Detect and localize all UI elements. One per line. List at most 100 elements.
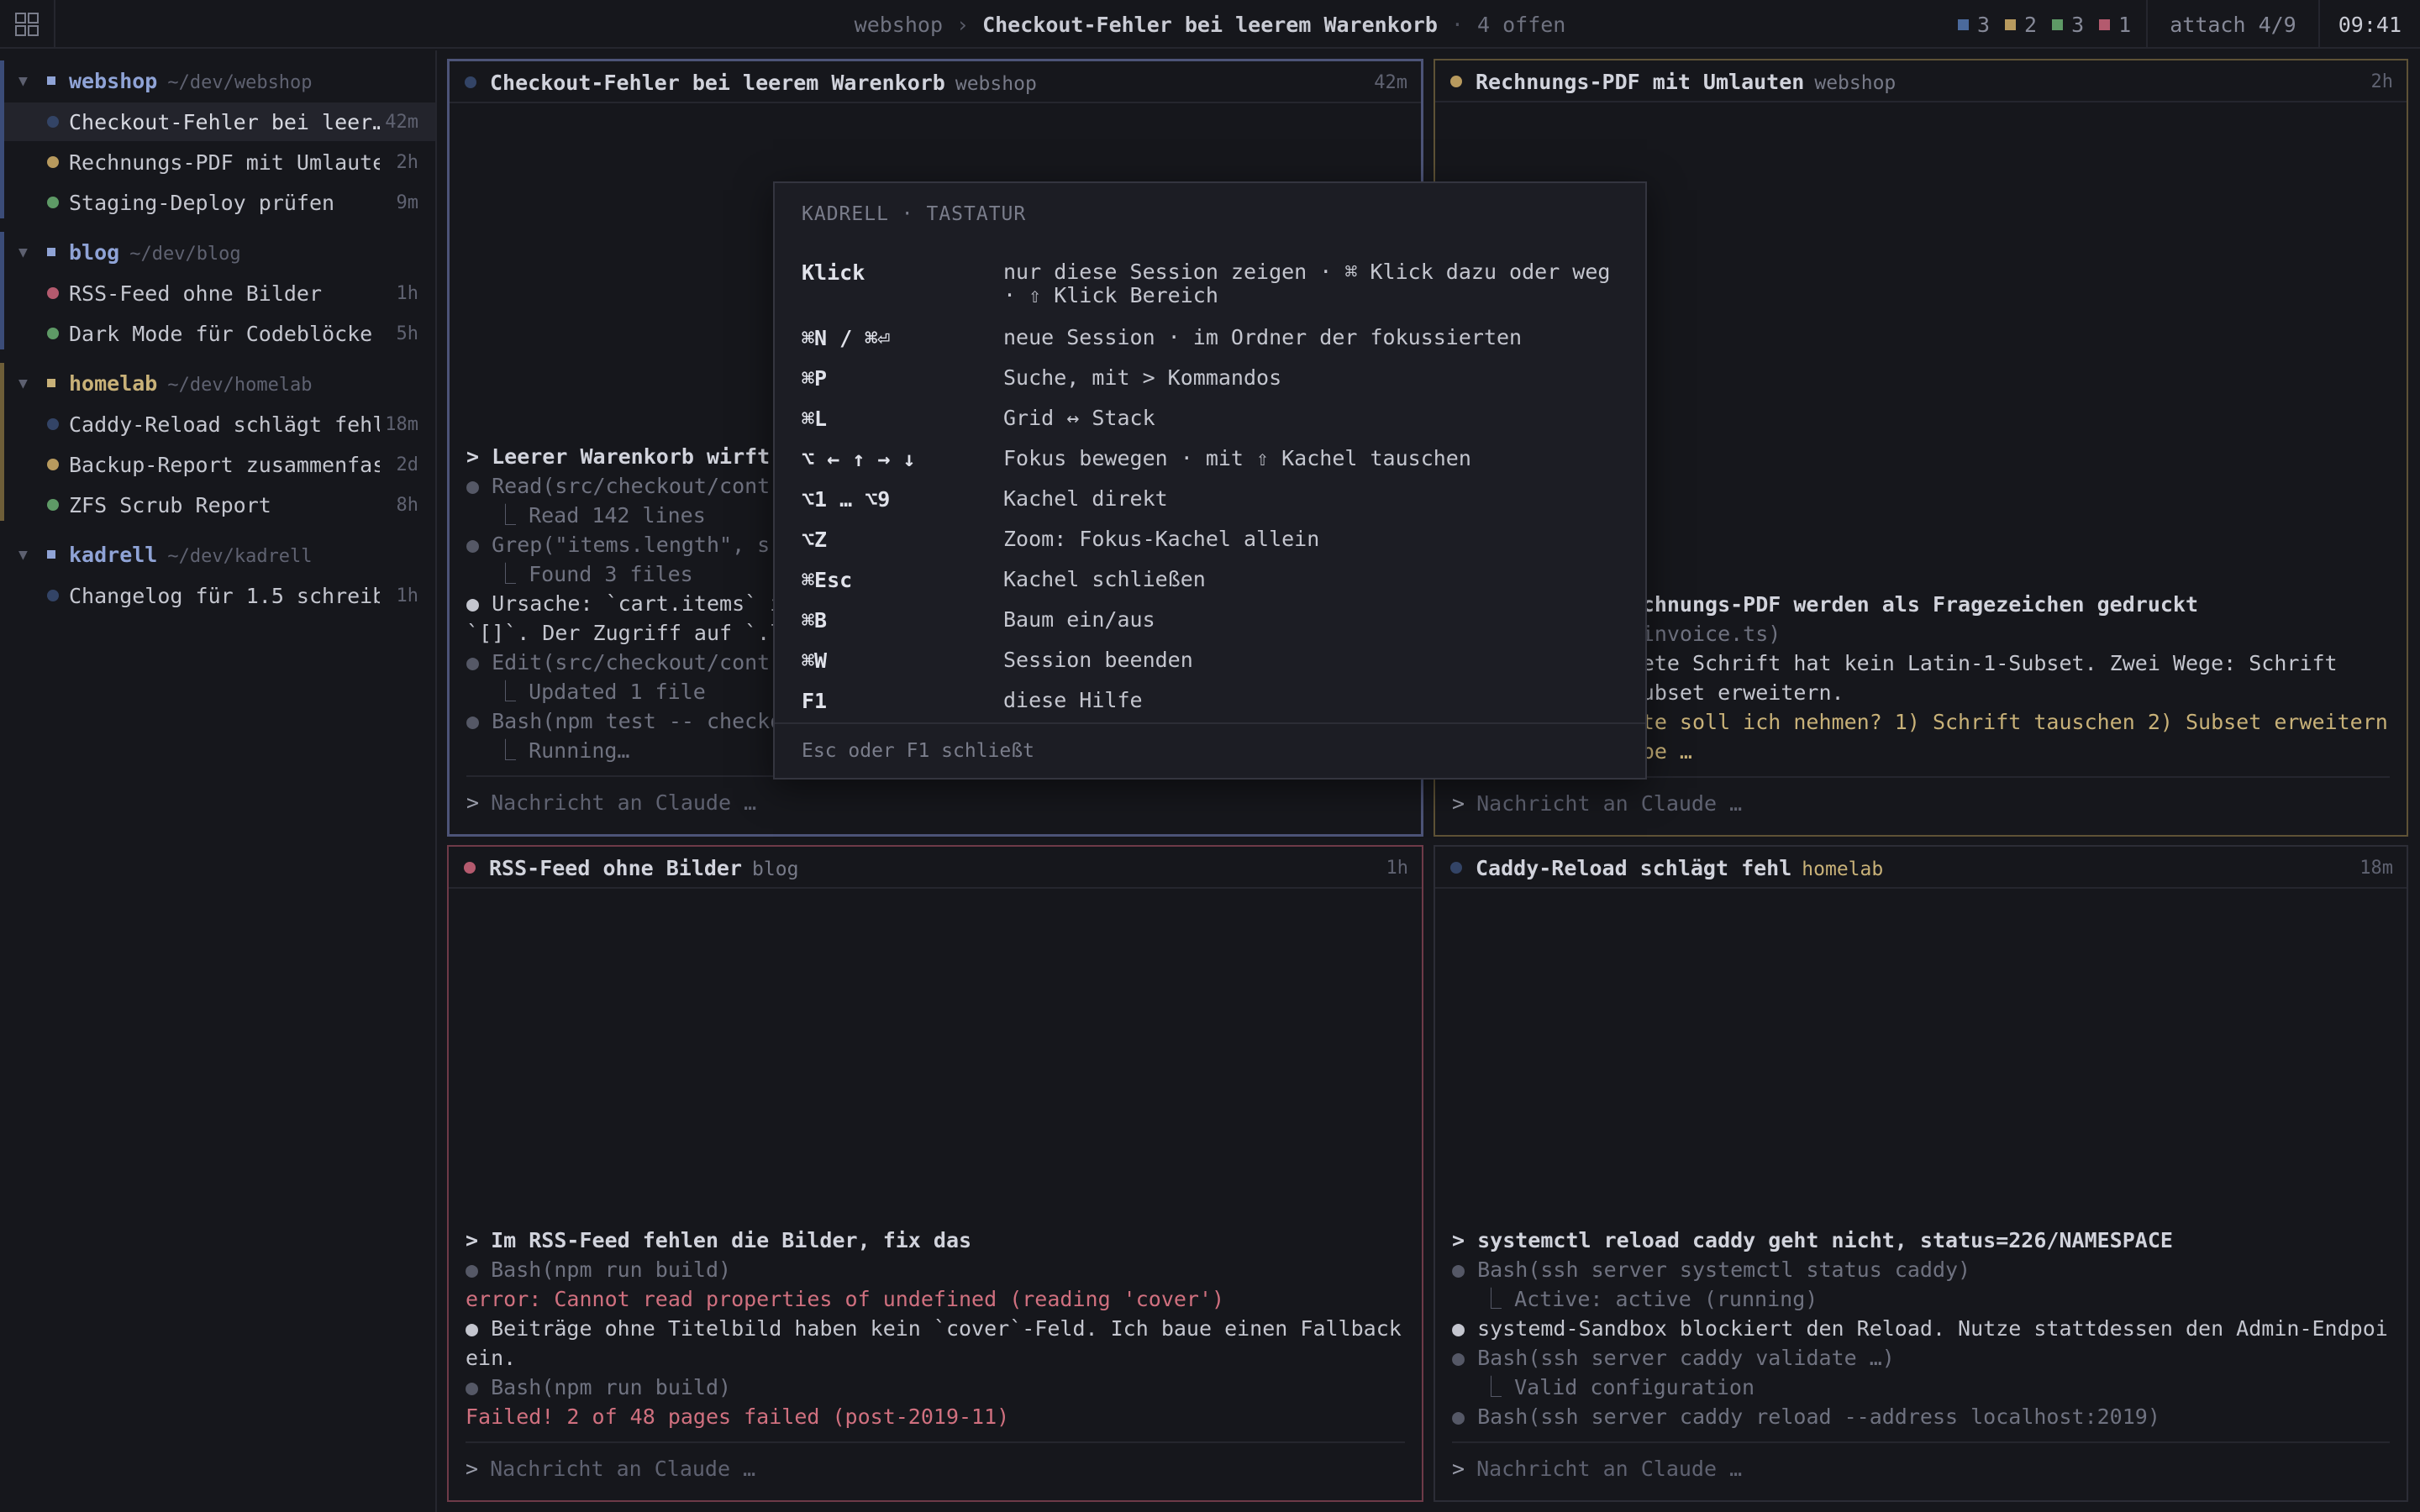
session-item[interactable]: RSS-Feed ohne Bilder 1h (0, 274, 435, 312)
transcript-line: Bash(ssh server caddy reload --address l… (1452, 1402, 2390, 1431)
session-item[interactable]: Staging-Deploy prüfen 9m (0, 183, 435, 222)
project-label: blog (69, 239, 120, 265)
tile-header: Caddy-Reload schlägt fehl homelab 18m (1435, 847, 2407, 889)
tile-project: blog (752, 858, 799, 880)
status-dot-icon (47, 287, 59, 299)
message-input[interactable]: > Nachricht an Claude … (1452, 1441, 2390, 1494)
status-dot-icon (1450, 862, 1462, 874)
transcript: > systemctl reload caddy geht nicht, sta… (1452, 1226, 2390, 1431)
breadcrumb-project[interactable]: webshop (855, 13, 943, 37)
group-accent-bar (0, 363, 4, 521)
status-counter: 3 (2052, 13, 2084, 37)
session-age: 2d (396, 454, 419, 475)
shortcut-description: Session beenden (1003, 648, 1193, 672)
session-label: Caddy-Reload schlägt fehl (69, 412, 380, 437)
project-name: homelab ~/dev/homelab (69, 371, 313, 396)
keyboard-help-dialog: KADRELL · TASTATUR Klick nur diese Sessio… (773, 181, 1647, 780)
chevron-down-icon[interactable]: ▼ (18, 546, 28, 564)
session-item[interactable]: Backup-Report zusammenfas… 2d (0, 445, 435, 484)
shortcut-key: ⌘Esc (802, 568, 853, 592)
breadcrumb-session-title[interactable]: Checkout-Fehler bei leerem Warenkorb (982, 13, 1438, 37)
project-name: blog ~/dev/blog (69, 240, 241, 265)
session-label: RSS-Feed ohne Bilder (69, 281, 323, 306)
shortcut-description: Fokus bewegen · mit ⇧ Kachel tauschen (1003, 446, 1471, 470)
clock: 09:41 (2338, 12, 2402, 37)
shortcut-key: ⌘W (802, 648, 828, 673)
transcript-line: Bash(npm run build) (466, 1373, 1405, 1402)
session-age: 18m (385, 413, 418, 435)
session-tile[interactable]: RSS-Feed ohne Bilder blog 1h > Im RSS-Feed … (447, 845, 1423, 1502)
project-square-icon (47, 76, 55, 85)
attach-indicator[interactable]: attach 4/9 (2148, 13, 2318, 37)
tile-title: Rechnungs-PDF mit Umlauten webshop (1476, 70, 1896, 94)
session-item[interactable]: Changelog für 1.5 schreib… 1h (0, 576, 435, 615)
project-square-icon (47, 248, 55, 256)
transcript-line: ein. (466, 1346, 517, 1370)
status-dot-icon (47, 197, 59, 208)
status-count: 3 (2071, 12, 2085, 37)
message-input[interactable]: > Nachricht an Claude … (466, 775, 1404, 827)
session-tile[interactable]: Caddy-Reload schlägt fehl homelab 18m > sys… (1434, 845, 2408, 1502)
session-age: 9m (396, 192, 419, 213)
session-age: 42m (385, 111, 418, 133)
prompt-glyph: > (466, 1456, 479, 1481)
help-footer: Esc oder F1 schließt (775, 722, 1645, 778)
message-input[interactable]: > Nachricht an Claude … (1452, 776, 2390, 828)
tile-age: 42m (1374, 72, 1407, 93)
session-age: 1h (396, 282, 419, 304)
tile-title: Checkout-Fehler bei leerem Warenkorb webs… (490, 71, 1037, 95)
project-group-webshop[interactable]: ▼ webshop ~/dev/webshop (0, 62, 435, 99)
shortcut-description: diese Hilfe (1003, 688, 1143, 712)
message-input[interactable]: > Nachricht an Claude … (466, 1441, 1405, 1494)
tile-title-text: Checkout-Fehler bei leerem Warenkorb (490, 71, 945, 95)
project-square-icon (47, 550, 55, 559)
tile-title: RSS-Feed ohne Bilder blog (489, 856, 798, 880)
shortcut-key: ⌘P (802, 366, 828, 391)
prompt-glyph: > (1452, 790, 1465, 816)
project-name: webshop ~/dev/webshop (69, 69, 313, 93)
session-label: Rechnungs-PDF mit Umlauten (69, 150, 380, 175)
status-dot-icon (47, 156, 59, 168)
session-item[interactable]: Dark Mode für Codeblöcke 5h (0, 314, 435, 353)
session-age: 1h (396, 585, 419, 606)
shortcut-key: ⌥Z (802, 528, 828, 552)
transcript-line: Active: active (running) (1452, 1284, 2390, 1314)
project-group-blog[interactable]: ▼ blog ~/dev/blog (0, 234, 435, 270)
transcript-line: Valid configuration (1452, 1373, 2390, 1402)
project-label: kadrell (69, 542, 158, 567)
prompt-glyph: > (466, 790, 480, 815)
top-bar: webshop › Checkout-Fehler bei leerem War… (0, 0, 2420, 49)
shortcut-description: Zoom: Fokus-Kachel allein (1003, 527, 1320, 551)
shortcut-key: ⌘B (802, 608, 828, 633)
transcript: > Im RSS-Feed fehlen die Bilder, fix das… (466, 1226, 1405, 1431)
session-item[interactable]: ZFS Scrub Report 8h (0, 486, 435, 524)
session-age: 2h (396, 151, 419, 173)
status-counter: 1 (2099, 13, 2131, 37)
shortcut-description: Kachel schließen (1003, 567, 1206, 591)
session-item[interactable]: Caddy-Reload schlägt fehl 18m (0, 405, 435, 444)
session-label: Checkout-Fehler bei leer… (69, 109, 380, 134)
shortcut-description: nur diese Session zeigen · ⌘ Klick dazu … (1003, 260, 1611, 307)
chevron-down-icon[interactable]: ▼ (18, 375, 28, 392)
session-label: Changelog für 1.5 schreib… (69, 583, 380, 608)
shortcut-description: Baum ein/aus (1003, 607, 1155, 632)
session-age: 5h (396, 323, 419, 344)
project-path: ~/dev/kadrell (167, 545, 313, 567)
group-accent-bar (0, 232, 4, 349)
tile-project: webshop (955, 73, 1037, 95)
status-square-icon (2099, 18, 2111, 30)
chevron-down-icon[interactable]: ▼ (18, 72, 28, 90)
status-dot-icon (47, 459, 59, 470)
status-dot-icon (464, 862, 476, 874)
project-group-kadrell[interactable]: ▼ kadrell ~/dev/kadrell (0, 536, 435, 573)
transcript-line: error: Cannot read properties of undefin… (466, 1287, 1225, 1311)
tile-title: Caddy-Reload schlägt fehl homelab (1476, 856, 1883, 880)
session-item[interactable]: Checkout-Fehler bei leer… 42m (0, 102, 435, 141)
layout-toggle-button[interactable] (0, 0, 55, 49)
session-item[interactable]: Rechnungs-PDF mit Umlauten 2h (0, 143, 435, 181)
status-counter: 2 (2005, 13, 2037, 37)
status-count: 3 (1976, 12, 1991, 37)
chevron-down-icon[interactable]: ▼ (18, 244, 28, 261)
project-group-homelab[interactable]: ▼ homelab ~/dev/homelab (0, 365, 435, 402)
shortcut-description: Kachel direkt (1003, 486, 1168, 511)
